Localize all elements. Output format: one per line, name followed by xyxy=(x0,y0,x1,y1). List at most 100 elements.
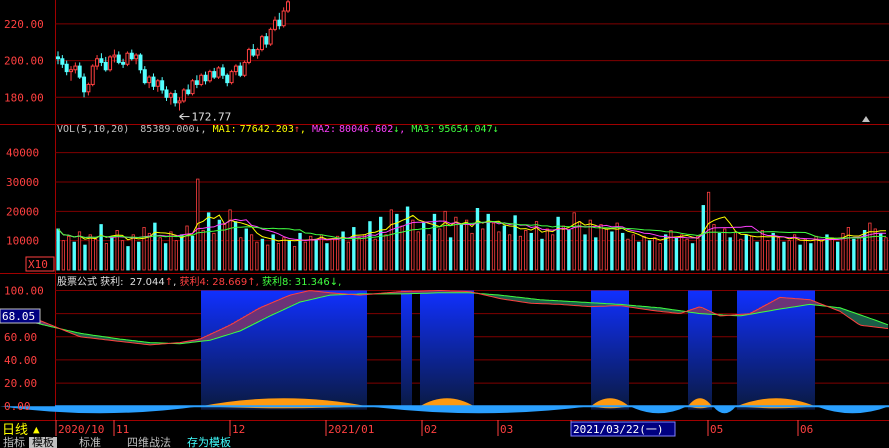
volume-bar xyxy=(335,235,340,271)
volume-bar xyxy=(599,224,603,271)
candle-body xyxy=(82,76,87,93)
baseline-blue xyxy=(713,406,736,414)
volume-bar xyxy=(470,232,474,271)
profit-band-positive xyxy=(807,299,810,305)
profit-band-positive xyxy=(789,298,792,308)
candle-body xyxy=(60,58,65,65)
y-axis-labels: 220.00 200.00 180.00 40000 30000 20000 10000 10… xyxy=(4,18,44,413)
volume-bar xyxy=(846,227,850,271)
volume-bar xyxy=(577,221,582,271)
volume-bar xyxy=(212,232,216,271)
volume-bar xyxy=(594,237,598,271)
volume-bar xyxy=(771,232,775,271)
volume-bar xyxy=(319,234,324,271)
profit-band-positive xyxy=(324,292,327,296)
volume-bar xyxy=(153,222,157,271)
signal-zone xyxy=(591,290,629,410)
volume-bar xyxy=(637,241,641,271)
volume-bar xyxy=(642,235,646,271)
date-label: 02 xyxy=(424,423,437,436)
indicator-tick-label: 40.00 xyxy=(4,354,37,367)
volume-bar xyxy=(663,234,668,271)
volume-bar xyxy=(776,237,781,271)
volume-bar xyxy=(814,235,818,271)
volume-bar xyxy=(690,243,695,271)
volume-bar xyxy=(852,238,856,271)
current-value: 68.05 xyxy=(2,310,35,323)
tab-four-dim[interactable]: 四维战法 xyxy=(124,437,174,448)
candle-body xyxy=(259,36,264,51)
tab-indicator[interactable]: 指标 xyxy=(0,437,28,448)
profit4-arrow: ↑ xyxy=(247,277,255,288)
period-arrow-icon[interactable]: ▲ xyxy=(33,423,40,436)
date-label: 2021/01 xyxy=(328,423,374,436)
volume-bar xyxy=(266,244,270,271)
volume-bar xyxy=(620,232,625,271)
profit-band-positive xyxy=(792,298,795,307)
volume-bar xyxy=(405,206,410,271)
candle-body xyxy=(177,100,182,104)
candle-body xyxy=(108,56,113,71)
volume-bar xyxy=(352,227,356,271)
candle-body xyxy=(86,83,91,93)
volume-bar xyxy=(696,235,700,271)
volume-bar xyxy=(201,229,205,271)
profit-band-positive xyxy=(264,304,267,318)
volume-bar xyxy=(276,243,281,271)
ma2-value: 80046.602 xyxy=(339,124,393,135)
volume-bar xyxy=(120,240,125,271)
indicator-tick-label: 60.00 xyxy=(4,331,37,344)
profit-band-positive xyxy=(261,306,264,319)
volume-bar xyxy=(309,235,313,271)
profit8-label: 获利8: xyxy=(262,276,292,288)
tab-template-label: 模板 xyxy=(32,436,54,448)
volume-bar xyxy=(438,228,442,271)
stock-chart-window: { "chart_data": [ { "type": "candlestick… xyxy=(0,0,889,448)
volume-bar xyxy=(67,235,71,271)
tab-standard[interactable]: 标准 xyxy=(76,437,104,448)
ma1-label: MA1: xyxy=(213,124,237,135)
volume-bar xyxy=(508,234,512,271)
volume-bar xyxy=(427,234,431,271)
candle-body xyxy=(233,65,238,73)
volume-bar xyxy=(459,224,464,271)
tab-save-template[interactable]: 存为模板 xyxy=(184,437,234,448)
candle-body xyxy=(199,74,204,85)
volume-bar xyxy=(174,240,178,271)
volume-bar xyxy=(180,234,184,271)
volume-bar xyxy=(239,237,243,271)
volume-bar xyxy=(733,231,738,271)
signal-zone xyxy=(401,290,412,410)
low-annotation-label: 172.77 xyxy=(192,111,232,124)
volume-bar xyxy=(583,234,587,271)
volume-bar xyxy=(83,244,87,271)
profit-band-positive xyxy=(702,308,705,314)
candle-body xyxy=(242,61,247,76)
ma3-arrow: ↓ xyxy=(493,124,499,135)
profit-band-positive xyxy=(273,301,276,314)
volume-bar xyxy=(481,228,485,271)
candle-body xyxy=(225,74,230,84)
profit-band-positive xyxy=(321,292,324,297)
volume-bar xyxy=(588,219,592,271)
volume-bar xyxy=(223,224,227,271)
volume-bar xyxy=(879,232,883,271)
chart-canvas: 172.77 220.00 200.00 180.00 40000 30000 20000… xyxy=(0,0,889,438)
candle-body xyxy=(194,80,199,85)
profit-band-positive xyxy=(270,302,273,315)
tab-template[interactable]: 模板 xyxy=(29,437,57,448)
vol-indicator-label: VOL(5,10,20) xyxy=(57,124,129,135)
baseline-blue xyxy=(630,406,687,414)
volume-bar xyxy=(206,212,211,271)
candle-body xyxy=(246,49,251,63)
volume-bar xyxy=(190,235,195,271)
date-label: 2020/10 xyxy=(58,423,104,436)
profit-band-positive xyxy=(291,294,294,305)
volume-bar xyxy=(373,238,377,271)
indicator-tick-label: 20.00 xyxy=(4,377,37,390)
volume-bar xyxy=(647,240,652,271)
candle-body xyxy=(251,49,256,56)
volume-bar xyxy=(72,241,76,271)
volume-bar xyxy=(803,238,807,271)
volume-bar xyxy=(524,229,528,271)
